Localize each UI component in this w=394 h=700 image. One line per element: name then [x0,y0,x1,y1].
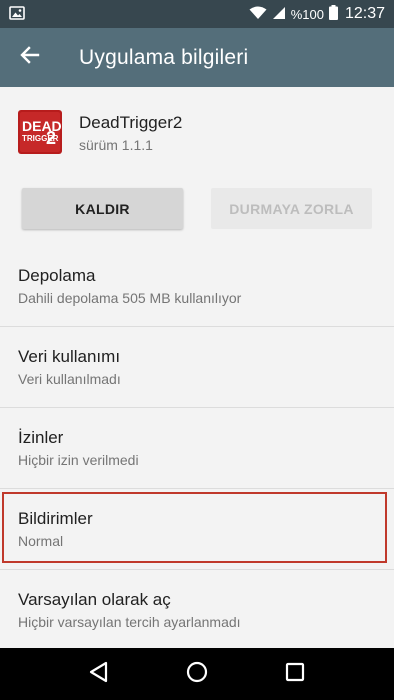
list-item-title: Veri kullanımı [18,347,121,366]
image-notification-icon [9,5,25,23]
status-right: %100 12:37 [249,5,385,23]
uninstall-button[interactable]: KALDIR [22,188,183,229]
clock: 12:37 [344,5,385,22]
list-item-subtitle: Veri kullanılmadı [18,371,121,387]
list-item-title: Depolama [18,266,96,285]
app-icon: DEAD TRIGGER 2 [18,110,62,154]
square-recents-icon [285,662,305,687]
app-header: DEAD TRIGGER 2 DeadTrigger2 sürüm 1.1.1 [0,87,394,177]
page-title: Uygulama bilgileri [79,45,249,69]
list-item-storage[interactable]: Depolama Dahili depolama 505 MB kullanıl… [0,246,394,327]
list-item-title: İzinler [18,428,64,447]
list-item-title: Bildirimler [18,509,93,528]
list-item-subtitle: Normal [18,533,64,549]
list-item-title: Varsayılan olarak aç [18,590,171,609]
list-item-permissions[interactable]: İzinler Hiçbir izin verilmedi [0,408,394,489]
battery-icon [328,5,338,23]
status-left [9,5,25,23]
list-item-open-by-default[interactable]: Varsayılan olarak aç Hiçbir varsayılan t… [0,570,394,651]
force-stop-button: DURMAYA ZORLA [211,188,372,229]
list-item-subtitle: Hiçbir izin verilmedi [18,452,139,468]
status-bar: %100 12:37 [0,0,394,28]
back-button[interactable] [0,28,60,87]
arrow-back-icon [20,45,40,70]
app-bar: Uygulama bilgileri [0,28,394,87]
navigation-bar [0,648,394,700]
app-version: sürüm 1.1.1 [79,137,153,153]
battery-percent: %100 [290,6,324,22]
list-item-notifications[interactable]: Bildirimler Normal [0,489,394,570]
nav-back-button[interactable] [79,654,119,694]
circle-home-icon [186,661,208,688]
nav-home-button[interactable] [177,654,217,694]
signal-icon [272,6,286,23]
nav-recents-button[interactable] [275,654,315,694]
icon-text-num: 2 [46,128,56,148]
settings-list: Depolama Dahili depolama 505 MB kullanıl… [0,246,394,651]
triangle-back-icon [89,661,109,688]
list-item-subtitle: Hiçbir varsayılan tercih ayarlanmadı [18,614,241,630]
app-name: DeadTrigger2 [79,113,183,132]
list-item-data-usage[interactable]: Veri kullanımı Veri kullanılmadı [0,327,394,408]
list-item-subtitle: Dahili depolama 505 MB kullanılıyor [18,290,242,306]
wifi-icon [249,6,267,23]
